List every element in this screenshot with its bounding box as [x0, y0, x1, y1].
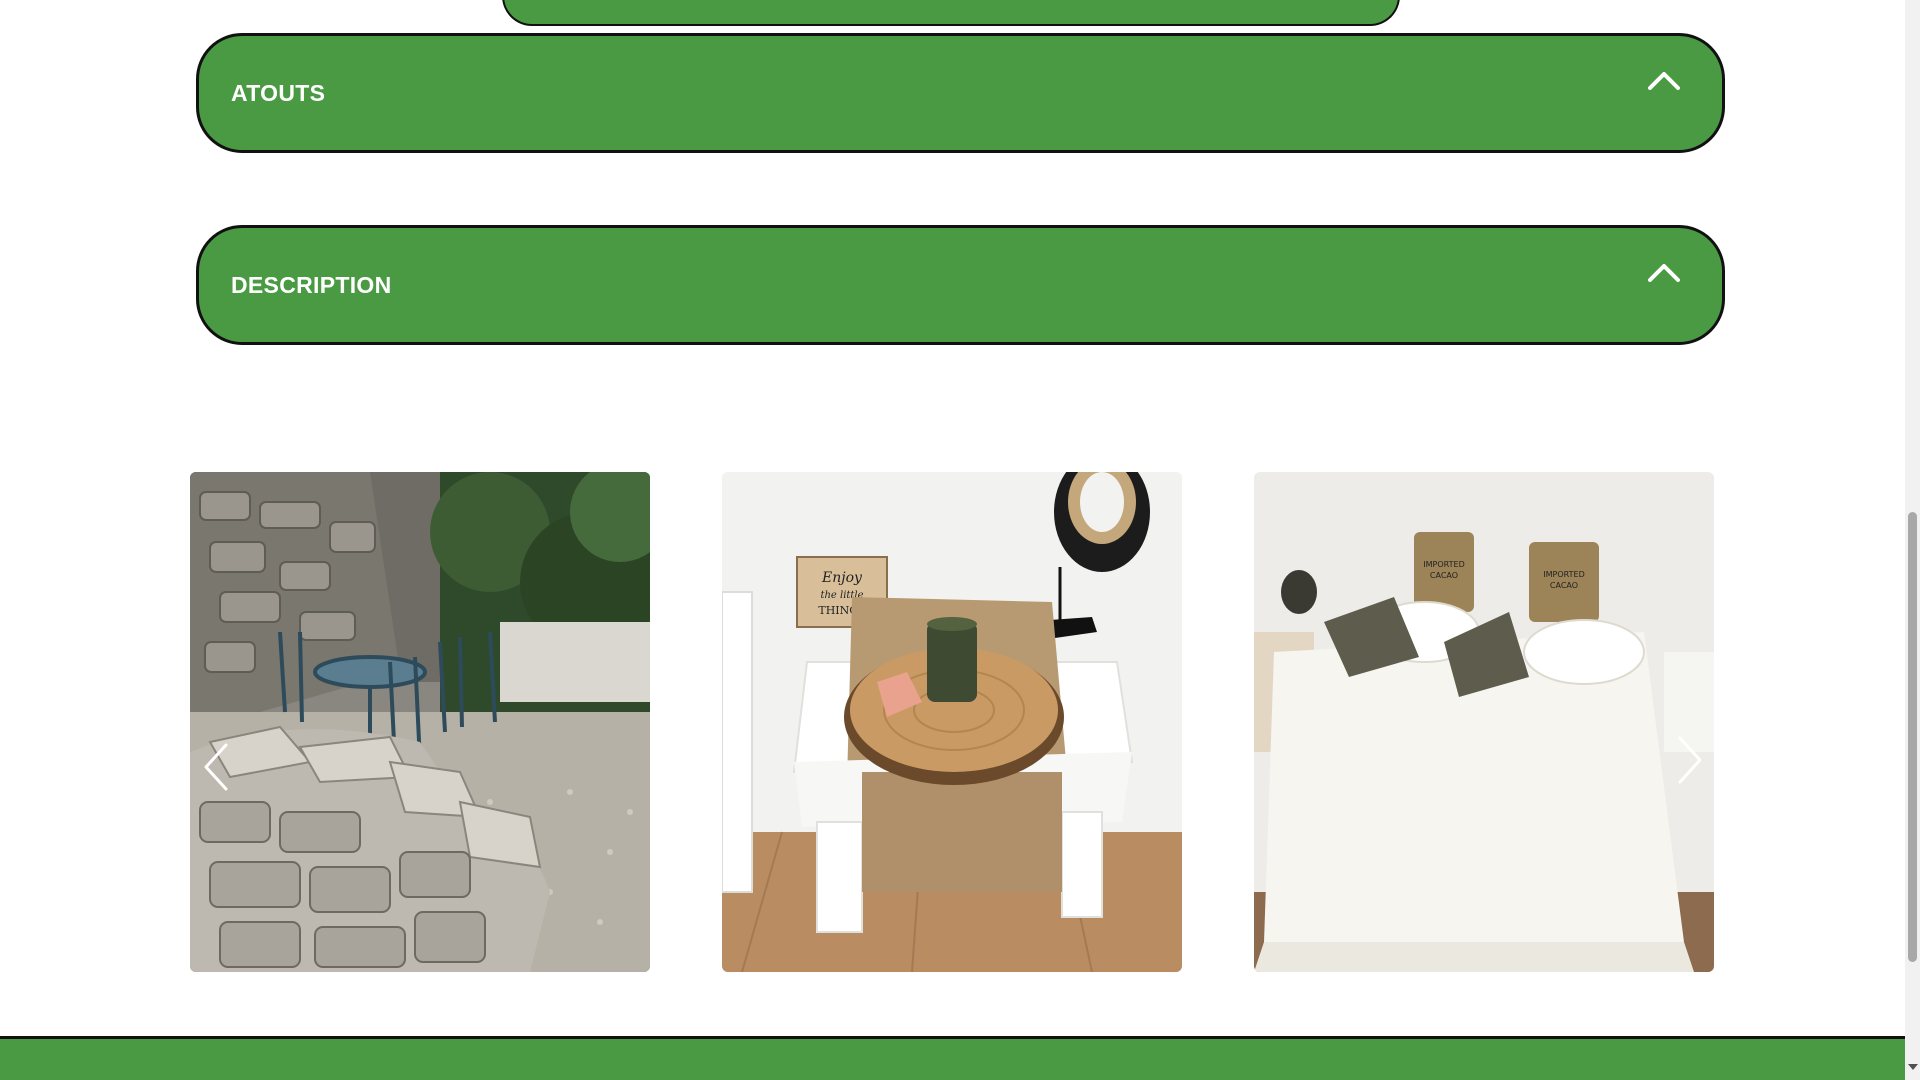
- svg-text:IMPORTED: IMPORTED: [1543, 570, 1584, 579]
- scrollbar-thumb[interactable]: [1908, 512, 1917, 962]
- footer-bar: [0, 1036, 1905, 1080]
- gallery-photo-bedside-table[interactable]: Enjoy the little THINGS: [722, 472, 1182, 972]
- page: ATOUTS DESCRIPTION Enjoy the little THIN…: [0, 0, 1905, 1080]
- svg-text:Enjoy: Enjoy: [821, 570, 863, 586]
- gallery-photo-bedroom[interactable]: IMPORTED CACAO IMPORTED CACAO: [1254, 472, 1714, 972]
- svg-text:CACAO: CACAO: [1430, 571, 1458, 580]
- accordion-description[interactable]: DESCRIPTION: [196, 225, 1725, 345]
- svg-text:IMPORTED: IMPORTED: [1423, 560, 1464, 569]
- gallery-photo-courtyard[interactable]: [190, 472, 650, 972]
- scrollbar[interactable]: [1905, 0, 1920, 1080]
- accordion-atouts[interactable]: ATOUTS: [196, 33, 1725, 153]
- chevron-left-icon[interactable]: [198, 737, 238, 797]
- svg-text:CACAO: CACAO: [1550, 581, 1578, 590]
- accordion-atouts-label: ATOUTS: [231, 79, 326, 106]
- photo-carousel: Enjoy the little THINGS IMPORTED CACAO I…: [190, 472, 1715, 972]
- chevron-up-icon[interactable]: [1644, 254, 1684, 294]
- collapsed-section-tab[interactable]: [502, 0, 1400, 26]
- scroll-down-arrow-icon[interactable]: [1908, 1064, 1918, 1070]
- chevron-right-icon[interactable]: [1668, 730, 1708, 790]
- accordion-description-label: DESCRIPTION: [231, 271, 392, 298]
- chevron-up-icon[interactable]: [1644, 62, 1684, 102]
